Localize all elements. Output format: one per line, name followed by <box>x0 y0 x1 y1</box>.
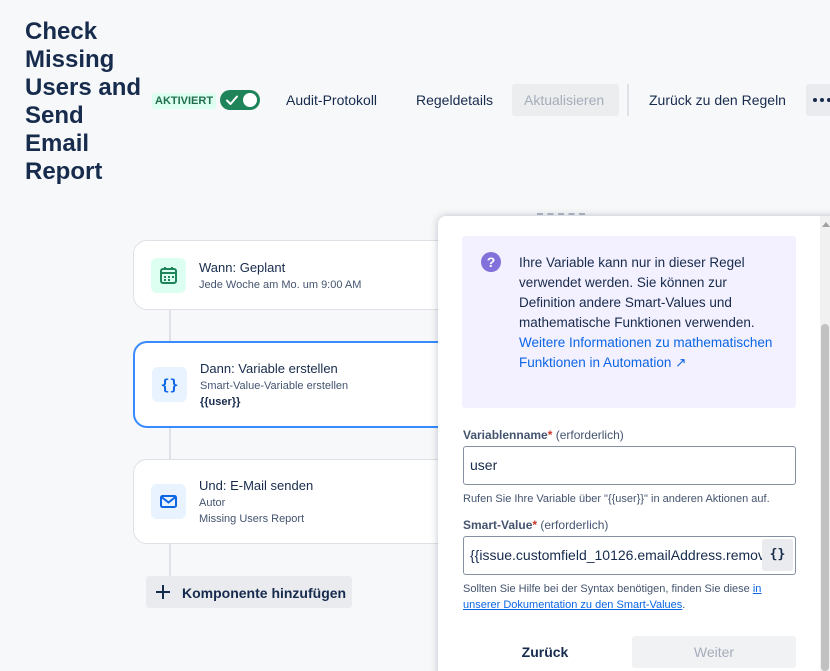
svg-text:?: ? <box>487 254 496 270</box>
smart-value-label: Smart-Value* (erforderlich) <box>463 518 608 532</box>
page-title: Check Missing Users and Send Email Repor… <box>25 18 142 185</box>
svg-text:{}: {} <box>160 376 178 394</box>
more-options-button[interactable] <box>806 84 830 116</box>
rule-active-toggle[interactable] <box>220 90 260 110</box>
toggle-knob <box>243 93 257 107</box>
update-button[interactable]: Aktualisieren <box>512 84 619 116</box>
flow-step-send-email[interactable]: Und: E-Mail senden Autor Missing Users R… <box>133 459 453 544</box>
flow-connector <box>169 309 171 342</box>
plus-icon <box>156 585 170 599</box>
info-text: Ihre Variable kann nur in dieser Regel v… <box>519 253 781 373</box>
step-title: Dann: Variable erstellen <box>200 361 338 376</box>
check-icon <box>226 95 238 105</box>
math-functions-link[interactable]: Weitere Informationen zu mathematischen … <box>519 335 772 370</box>
required-mark: * <box>532 518 538 532</box>
status-badge: AKTIVIERT <box>152 93 217 109</box>
required-mark: * <box>547 428 553 442</box>
rule-details-button[interactable]: Regeldetails <box>406 84 503 116</box>
flow-connector <box>169 427 171 460</box>
field-label: Smart-Value <box>463 518 533 532</box>
more-horizontal-icon <box>813 98 817 102</box>
smart-value-picker-button[interactable]: {} <box>762 539 793 571</box>
scroll-up-icon[interactable] <box>822 222 830 227</box>
flow-step-trigger[interactable]: Wann: Geplant Jede Woche am Mo. um 9:00 … <box>133 240 453 310</box>
scrollbar-thumb[interactable] <box>821 324 829 671</box>
helper-text: Sollten Sie Hilfe bei der Syntax benötig… <box>463 583 750 595</box>
calendar-icon <box>151 258 186 293</box>
variable-name-helper: Rufen Sie Ihre Variable über "{{user}}" … <box>463 493 770 505</box>
header-divider <box>627 84 629 116</box>
variable-name-input[interactable]: user <box>463 446 796 485</box>
step-subtitle: Autor <box>199 497 226 509</box>
flow-step-create-variable[interactable]: {} Dann: Variable erstellen Smart-Value-… <box>133 341 453 428</box>
braces-icon: {} <box>152 367 187 402</box>
step-subtitle: Smart-Value-Variable erstellen <box>200 380 349 392</box>
helper-end: . <box>682 599 686 611</box>
step-detail: Missing Users Report <box>199 513 305 525</box>
flow-connector <box>169 543 171 576</box>
add-component-label: Komponente hinzufügen <box>182 585 347 601</box>
back-to-rules-button[interactable]: Zurück zu den Regeln <box>639 84 796 116</box>
back-button[interactable]: Zurück <box>463 636 627 668</box>
add-component-button[interactable]: Komponente hinzufügen <box>146 576 352 608</box>
step-title: Und: E-Mail senden <box>199 478 314 493</box>
question-circle-icon: ? <box>481 252 501 272</box>
more-dot <box>820 98 824 102</box>
required-note: (erforderlich) <box>555 428 624 442</box>
variable-name-label: Variablenname* (erforderlich) <box>463 428 624 442</box>
audit-log-button[interactable]: Audit-Protokoll <box>276 84 387 116</box>
info-message: ? Ihre Variable kann nur in dieser Regel… <box>462 236 796 408</box>
required-note: (erforderlich) <box>540 518 609 532</box>
mail-icon <box>151 484 186 519</box>
step-subtitle: Jede Woche am Mo. um 9:00 AM <box>199 279 362 291</box>
next-button[interactable]: Weiter <box>632 636 796 668</box>
step-detail: {{user}} <box>200 396 241 408</box>
smart-value-helper: Sollten Sie Hilfe bei der Syntax benötig… <box>463 581 793 613</box>
step-title: Wann: Geplant <box>199 260 286 275</box>
smart-value-input[interactable]: {{issue.customfield_10126.emailAddress.r… <box>463 536 796 575</box>
info-body: Ihre Variable kann nur in dieser Regel v… <box>519 255 755 330</box>
field-label: Variablenname <box>463 428 548 442</box>
